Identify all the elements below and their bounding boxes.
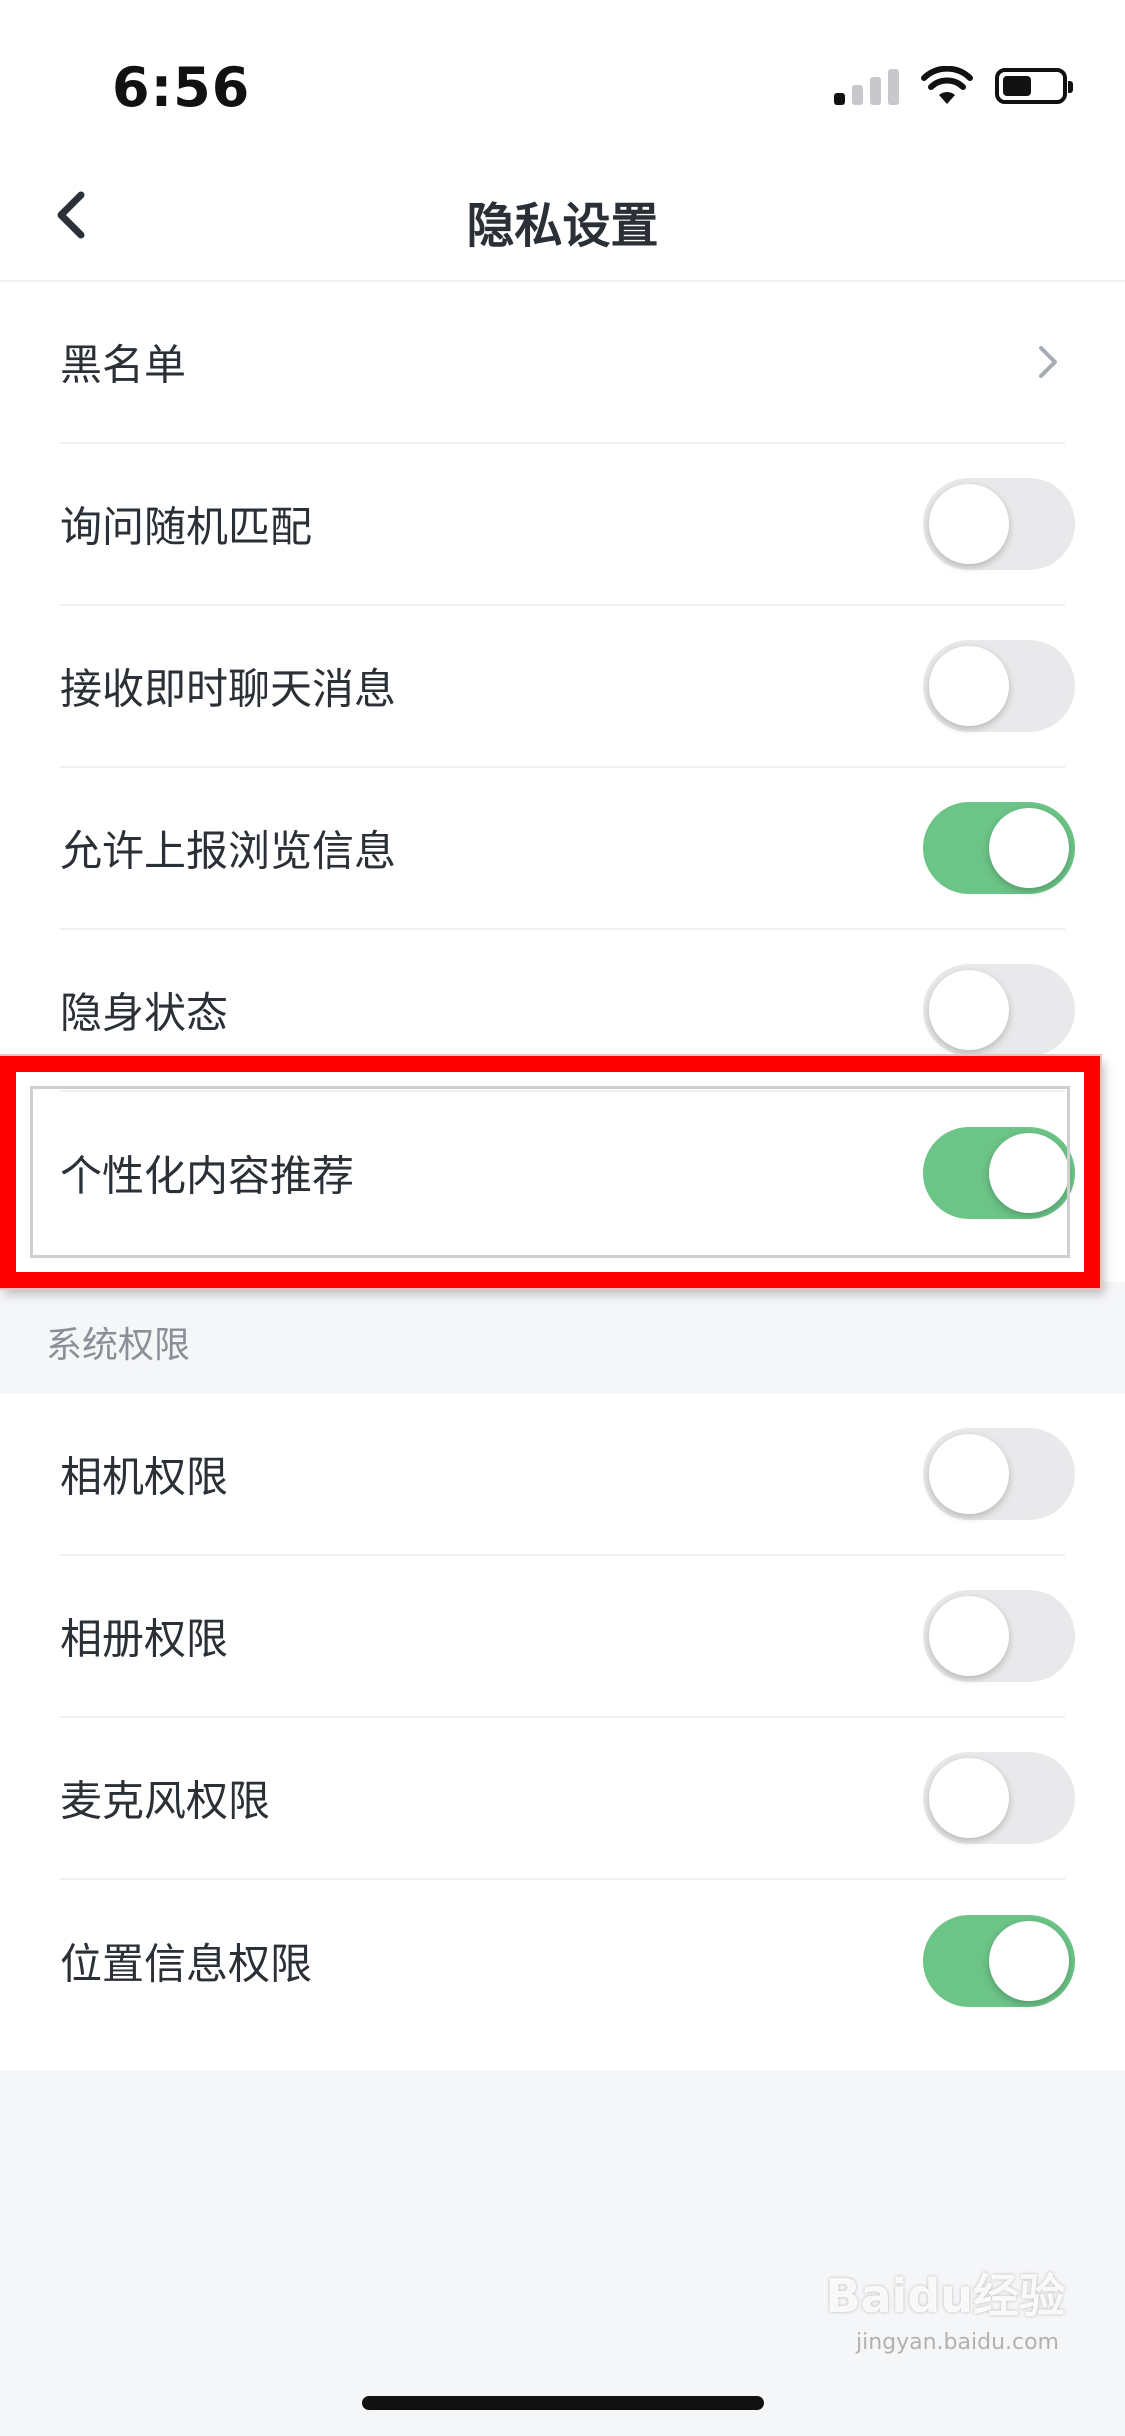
random-match-toggle[interactable] <box>923 478 1075 570</box>
cellular-signal-icon <box>834 67 899 105</box>
list-item-label: 个性化内容推荐 <box>60 1151 355 1201</box>
list-item-label: 相册权限 <box>60 1614 229 1664</box>
list-item-label: 允许上报浏览信息 <box>60 826 397 876</box>
microphone-permission-toggle[interactable] <box>923 1752 1075 1844</box>
status-icons <box>834 66 1073 106</box>
nav-bar: 隐私设置 <box>0 150 1125 282</box>
album-permission-toggle[interactable] <box>923 1590 1075 1682</box>
list-item-label: 隐身状态 <box>60 988 229 1038</box>
chevron-right-icon <box>1039 346 1057 378</box>
list-item-report-browsing: 允许上报浏览信息 <box>60 768 1075 930</box>
list-item-location: 位置信息权限 <box>60 1880 1075 2042</box>
list-item-label: 黑名单 <box>60 340 187 390</box>
privacy-settings-list: 黑名单 询问随机匹配 接收即时聊天消息 允许上报浏览信息 隐身状态 个性化内容推… <box>0 282 1125 1282</box>
list-item-invisible-status: 隐身状态 <box>60 930 1075 1092</box>
location-permission-toggle[interactable] <box>923 1915 1075 2007</box>
list-item-camera: 相机权限 <box>60 1394 1075 1556</box>
watermark: Baidu经验 <box>825 2269 1065 2323</box>
list-item-random-match: 询问随机匹配 <box>60 444 1075 606</box>
status-time: 6:56 <box>112 56 251 119</box>
list-item-blacklist[interactable]: 黑名单 <box>60 282 1065 444</box>
watermark-url: jingyan.baidu.com <box>855 2330 1059 2355</box>
list-item-personalized-content: 个性化内容推荐 <box>60 1092 1075 1254</box>
list-item-label: 麦克风权限 <box>60 1776 271 1826</box>
list-item-label: 询问随机匹配 <box>60 502 313 552</box>
system-permissions-list: 相机权限 相册权限 麦克风权限 位置信息权限 <box>0 1394 1125 2070</box>
list-item-label: 相机权限 <box>60 1452 229 1502</box>
list-item-label: 接收即时聊天消息 <box>60 664 397 714</box>
camera-permission-toggle[interactable] <box>923 1428 1075 1520</box>
invisible-status-toggle[interactable] <box>923 964 1075 1056</box>
instant-chat-toggle[interactable] <box>923 640 1075 732</box>
list-item-instant-chat: 接收即时聊天消息 <box>60 606 1075 768</box>
home-indicator[interactable] <box>362 2396 764 2410</box>
list-item-album: 相册权限 <box>60 1556 1075 1718</box>
status-bar: 6:56 <box>0 0 1125 150</box>
wifi-icon <box>921 66 973 104</box>
report-browsing-toggle[interactable] <box>923 802 1075 894</box>
section-header-system-permissions: 系统权限 <box>46 1325 191 1366</box>
battery-icon <box>995 68 1073 104</box>
personalized-content-toggle[interactable] <box>923 1127 1075 1219</box>
list-item-label: 位置信息权限 <box>60 1939 313 1989</box>
list-item-microphone: 麦克风权限 <box>60 1718 1075 1880</box>
page-title: 隐私设置 <box>466 198 659 254</box>
